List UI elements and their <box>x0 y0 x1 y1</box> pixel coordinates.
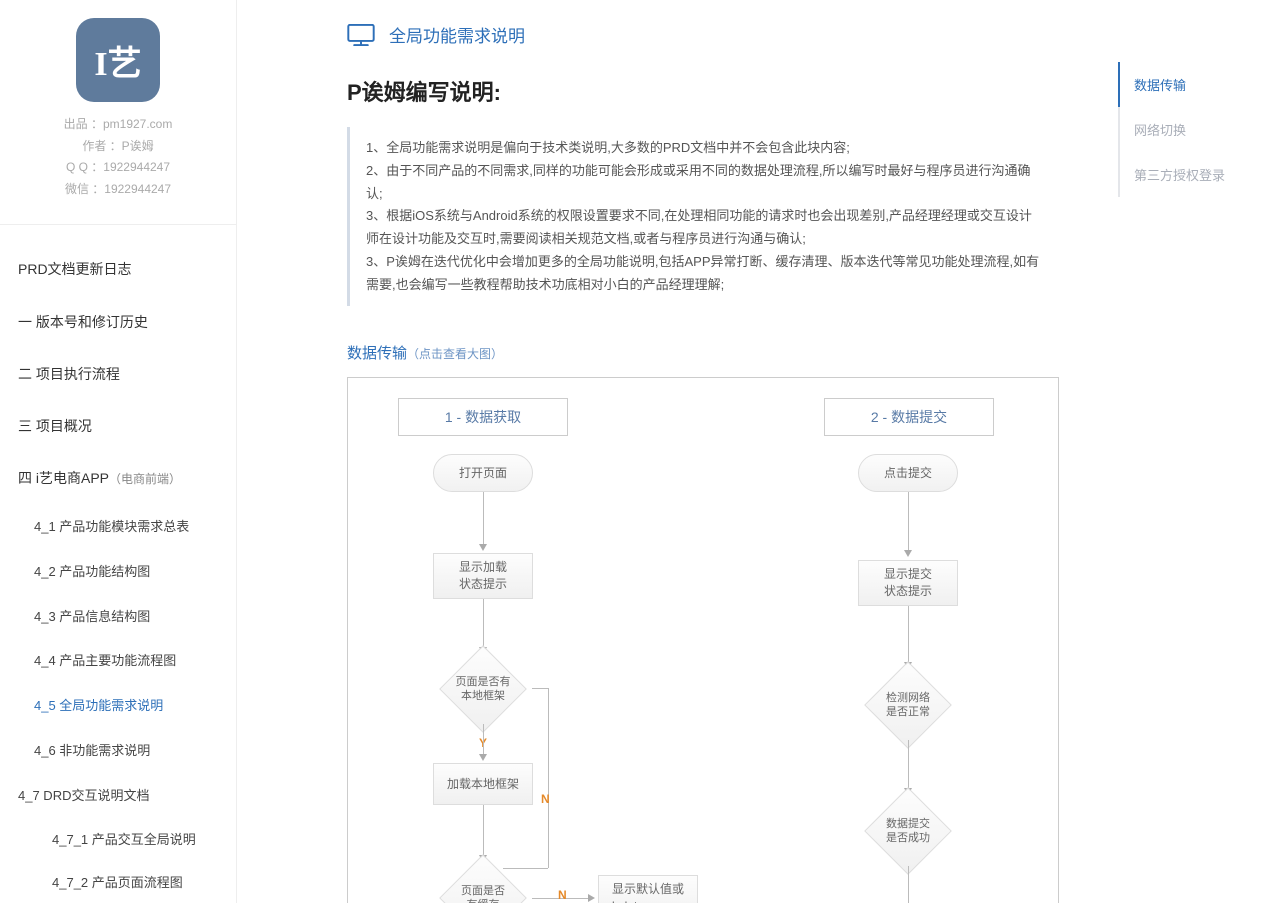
nav-4-2[interactable]: 4_2 产品功能结构图 <box>0 550 236 595</box>
sidebar: I艺 出品 ：pm1927.com 作者 ：P诶姆 Q Q ：192294424… <box>0 0 237 903</box>
nav-4-4[interactable]: 4_4 产品主要功能流程图 <box>0 639 236 684</box>
page-header: 全局功能需求说明 <box>347 22 1100 47</box>
main-content: 全局功能需求说明 P诶姆编写说明: 1、全局功能需求说明是偏向于技术类说明,大多… <box>237 0 1100 903</box>
col-title-a: 1 - 数据获取 <box>398 398 568 436</box>
chart-subheader-label: 数据传输 <box>347 345 407 362</box>
meta-author: 作者 ：P诶姆 <box>0 136 236 158</box>
arrow <box>483 724 484 756</box>
arrow-head-icon <box>904 550 912 557</box>
right-nav-net-switch[interactable]: 网络切换 <box>1118 107 1270 152</box>
app-logo: I艺 <box>76 18 160 102</box>
edge-label-n: N <box>558 888 567 902</box>
arrow-head-icon <box>479 544 487 551</box>
arrow <box>483 805 484 857</box>
notes-box: 1、全局功能需求说明是偏向于技术类说明,大多数的PRD文档中并不会包含此块内容;… <box>347 127 1059 306</box>
node-skeleton: 显示默认值或skeleton screen <box>598 875 698 903</box>
arrow <box>908 492 909 552</box>
nav-changelog[interactable]: PRD文档更新日志 <box>0 243 236 295</box>
chart-subheader-hint[interactable]: （点击查看大图） <box>407 347 503 361</box>
note-2: 2、由于不同产品的不同需求,同样的功能可能会形成或采用不同的数据处理流程,所以编… <box>366 160 1043 206</box>
node-show-submit-status: 显示提交状态提示 <box>858 560 958 606</box>
page-title: 全局功能需求说明 <box>389 22 525 47</box>
nav-section-4[interactable]: 四 i艺电商APP（电商前端） <box>0 452 236 505</box>
node-net-ok-label: 检测网络是否正常 <box>858 670 958 740</box>
edge-label-n: N <box>541 792 550 806</box>
nav-4-5[interactable]: 4_5 全局功能需求说明 <box>0 684 236 729</box>
node-has-frame: 页面是否有本地框架 <box>433 654 533 724</box>
arrow-head-icon <box>588 894 595 902</box>
note-1: 1、全局功能需求说明是偏向于技术类说明,大多数的PRD文档中并不会包含此块内容; <box>366 137 1043 160</box>
nav-tree: PRD文档更新日志 一 版本号和修订历史 二 项目执行流程 三 项目概况 四 i… <box>0 243 236 903</box>
node-open-page: 打开页面 <box>433 454 533 492</box>
nav-section-3[interactable]: 三 项目概况 <box>0 400 236 452</box>
nav-section-4-paren: （电商前端） <box>109 472 181 486</box>
nav-4-1[interactable]: 4_1 产品功能模块需求总表 <box>0 505 236 550</box>
arrow-head-icon <box>479 754 487 761</box>
arrow <box>908 740 909 790</box>
arrow <box>548 688 549 868</box>
nav-4-7[interactable]: 4_7 DRD交互说明文档 <box>0 774 236 819</box>
note-4: 3、P诶姆在迭代优化中会增加更多的全局功能说明,包括APP异常打断、缓存清理、版… <box>366 251 1043 297</box>
node-net-ok: 检测网络是否正常 <box>858 670 958 740</box>
arrow <box>532 688 548 689</box>
right-nav-third-login[interactable]: 第三方授权登录 <box>1118 152 1270 197</box>
nav-section-1[interactable]: 一 版本号和修订历史 <box>0 296 236 348</box>
right-nav-data-transfer[interactable]: 数据传输 <box>1118 62 1270 107</box>
arrow <box>503 868 548 869</box>
meta-lines: 出品 ：pm1927.com 作者 ：P诶姆 Q Q ：1922944247 微… <box>0 114 236 200</box>
chart-subheader: 数据传输（点击查看大图） <box>347 342 1100 363</box>
node-load-frame: 加载本地框架 <box>433 763 533 805</box>
divider <box>0 224 236 225</box>
arrow <box>483 599 484 649</box>
node-submit-ok: 数据提交是否成功 <box>858 796 958 866</box>
node-show-loading: 显示加载状态提示 <box>433 553 533 599</box>
section-title: P诶姆编写说明: <box>347 75 1100 107</box>
node-submit-ok-label: 数据提交是否成功 <box>858 796 958 866</box>
arrow <box>483 492 484 546</box>
arrow <box>908 866 909 903</box>
nav-4-6[interactable]: 4_6 非功能需求说明 <box>0 729 236 774</box>
flowchart[interactable]: 1 - 数据获取 2 - 数据提交 打开页面 显示加载状态提示 页面是否有本地框… <box>347 377 1059 903</box>
monitor-icon <box>347 24 375 46</box>
nav-section-4-label: 四 i艺电商APP <box>18 470 109 486</box>
nav-4-3[interactable]: 4_3 产品信息结构图 <box>0 595 236 640</box>
arrow <box>908 606 909 664</box>
nav-section-2[interactable]: 二 项目执行流程 <box>0 348 236 400</box>
col-title-b: 2 - 数据提交 <box>824 398 994 436</box>
logo-area: I艺 出品 ：pm1927.com 作者 ：P诶姆 Q Q ：192294424… <box>0 0 236 210</box>
meta-source: 出品 ：pm1927.com <box>0 114 236 136</box>
node-has-frame-label: 页面是否有本地框架 <box>433 654 533 724</box>
right-nav: 数据传输 网络切换 第三方授权登录 <box>1100 0 1270 903</box>
nav-4-7-1[interactable]: 4_7_1 产品交互全局说明 <box>0 819 236 862</box>
meta-wechat: 微信 ：1922944247 <box>0 179 236 201</box>
note-3: 3、根据iOS系统与Android系统的权限设置要求不同,在处理相同功能的请求时… <box>366 205 1043 251</box>
meta-qq: Q Q ：1922944247 <box>0 157 236 179</box>
node-click-submit: 点击提交 <box>858 454 958 492</box>
nav-4-7-2[interactable]: 4_7_2 产品页面流程图 <box>0 862 236 903</box>
